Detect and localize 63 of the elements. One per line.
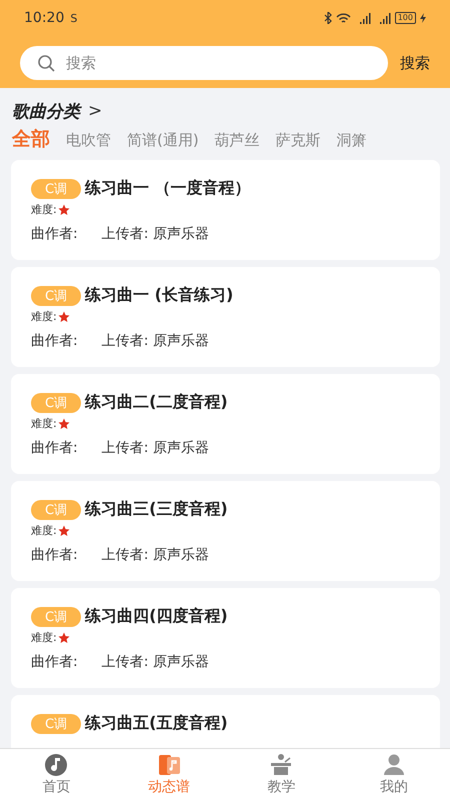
song-card[interactable]: C调 练习曲一 (长音练习) 难度: 曲作者: 上传者: 原声乐器	[11, 267, 440, 367]
key-tag: C调	[31, 286, 82, 306]
composer-label: 曲作者:	[31, 546, 78, 564]
key-tag: C调	[31, 178, 82, 198]
nav-tab[interactable]: 首页	[0, 749, 112, 800]
song-card[interactable]: C调 练习曲五(五度音程)	[11, 695, 440, 748]
search-button[interactable]: 搜索	[400, 54, 430, 72]
section-title: 歌曲分类	[12, 100, 80, 122]
song-title: 练习曲一 （一度音程）	[85, 178, 251, 199]
difficulty-label: 难度:	[31, 202, 57, 217]
composer-label: 曲作者:	[31, 332, 78, 350]
key-tag: C调	[31, 714, 82, 734]
composer-label: 曲作者:	[31, 653, 78, 671]
uploader-text: 上传者: 原声乐器	[102, 653, 209, 671]
nav-tab[interactable]: 教学	[225, 749, 338, 800]
category-tab[interactable]: 洞箫	[330, 131, 373, 150]
nav-tab[interactable]: 我的	[338, 749, 450, 800]
category-tab[interactable]: 全部	[6, 126, 56, 152]
person-icon	[382, 753, 406, 777]
composer-label: 曲作者:	[31, 439, 78, 457]
key-tag: C调	[31, 606, 82, 626]
song-title: 练习曲四(四度音程)	[85, 606, 228, 627]
nav-tab[interactable]: 动态谱	[112, 749, 225, 800]
bluetooth-icon	[324, 12, 332, 24]
music-sheet-icon	[156, 753, 181, 777]
uploader-text: 上传者: 原声乐器	[102, 332, 209, 350]
category-tab[interactable]: 萨克斯	[270, 131, 327, 150]
difficulty-label: 难度:	[31, 416, 57, 431]
key-tag: C调	[31, 500, 82, 520]
difficulty-label: 难度:	[31, 309, 57, 324]
song-title: 练习曲二(二度音程)	[85, 392, 228, 413]
uploader-text: 上传者: 原声乐器	[102, 439, 209, 457]
song-title: 练习曲五(五度音程)	[85, 713, 228, 734]
difficulty-label: 难度:	[31, 523, 57, 538]
song-title: 练习曲三(三度音程)	[85, 499, 228, 520]
song-card[interactable]: C调 练习曲四(四度音程) 难度: 曲作者: 上传者: 原声乐器	[11, 588, 440, 688]
search-field[interactable]: 搜索	[20, 46, 388, 80]
difficulty-label: 难度:	[31, 630, 57, 645]
category-tab[interactable]: 简谱(通用)	[121, 131, 205, 150]
battery-indicator: 100	[394, 12, 416, 24]
uploader-text: 上传者: 原声乐器	[102, 225, 209, 243]
star-icon	[58, 204, 70, 216]
wifi-icon	[336, 12, 351, 24]
composer-label: 曲作者:	[31, 225, 78, 243]
song-card[interactable]: C调 练习曲一 （一度音程） 难度: 曲作者: 上传者: 原声乐器	[11, 160, 440, 260]
search-icon	[37, 54, 55, 72]
charging-icon	[420, 13, 426, 23]
music-disc-icon	[44, 753, 68, 777]
song-card[interactable]: C调 练习曲二(二度音程) 难度: 曲作者: 上传者: 原声乐器	[11, 374, 440, 474]
song-card[interactable]: C调 练习曲三(三度音程) 难度: 曲作者: 上传者: 原声乐器	[11, 481, 440, 581]
uploader-text: 上传者: 原声乐器	[102, 546, 209, 564]
teacher-desk-icon	[269, 753, 294, 777]
star-icon	[58, 310, 70, 322]
star-icon	[58, 418, 70, 430]
chevron-link[interactable]: >	[88, 101, 102, 121]
song-title: 练习曲一 (长音练习)	[85, 285, 234, 306]
status-time: 10:20	[24, 10, 64, 26]
star-icon	[58, 632, 70, 644]
category-tab[interactable]: 电吹管	[60, 131, 117, 150]
key-tag: C调	[31, 392, 82, 412]
star-icon	[58, 524, 70, 536]
status-carrier-mark: S	[70, 12, 78, 24]
category-tab[interactable]: 葫芦丝	[208, 131, 266, 150]
